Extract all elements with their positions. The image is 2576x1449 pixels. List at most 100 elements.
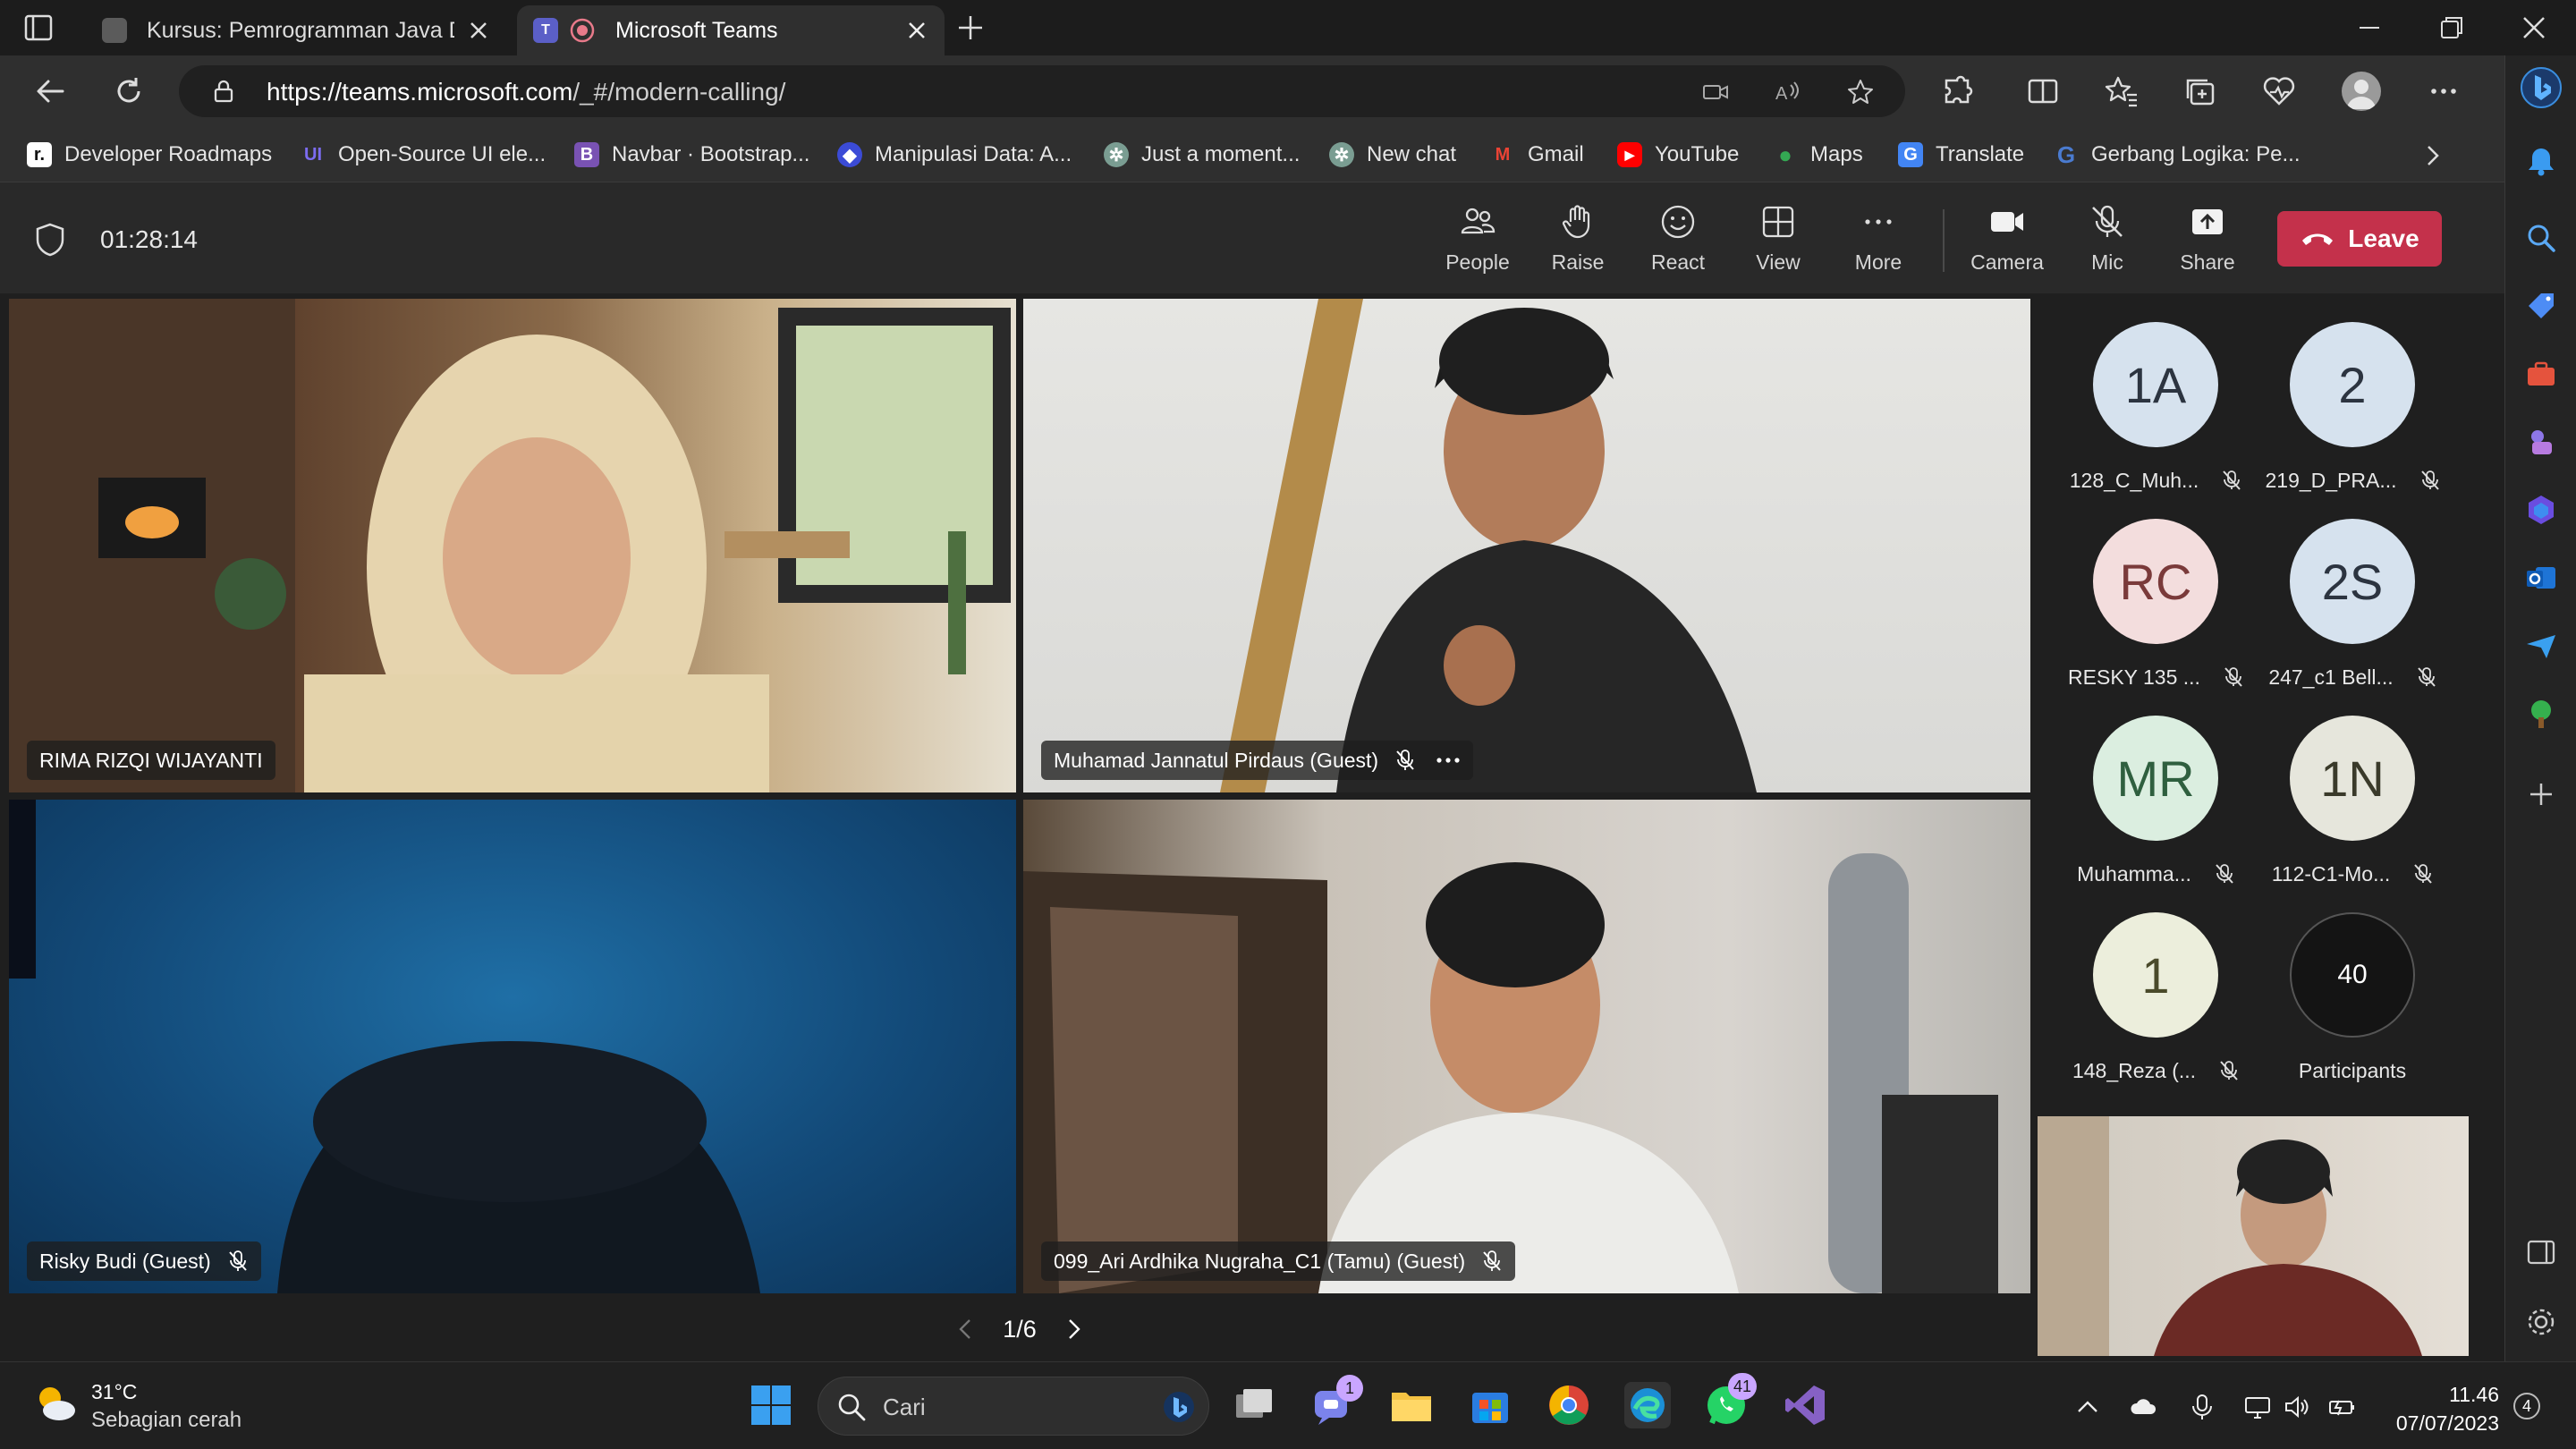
collections-icon[interactable] (2182, 73, 2218, 109)
participant-avatar-tile[interactable]: 1N 112-C1-Mo... (2263, 716, 2442, 894)
favorite-bootstrap[interactable]: B Navbar · Bootstrap... (574, 138, 809, 172)
video-tile-ari[interactable]: 099_Ari Ardhika Nugraha_C1 (Tamu) (Guest… (1023, 800, 2030, 1293)
favorites-list-icon[interactable] (2104, 73, 2140, 109)
microsoft-store-icon[interactable] (1467, 1382, 1513, 1428)
raise-hand-button[interactable]: Raise (1533, 202, 1623, 283)
participant-avatar-tile[interactable]: 1 148_Reza (... (2066, 912, 2245, 1091)
favorite-translate[interactable]: G Translate (1898, 138, 2024, 172)
bing-copilot-icon[interactable] (2520, 66, 2563, 109)
task-view-icon[interactable] (1231, 1382, 1277, 1428)
show-hidden-icons-chevron-icon[interactable] (2073, 1393, 2102, 1421)
bing-icon[interactable] (1162, 1390, 1196, 1424)
video-tile-rima[interactable]: RIMA RIZQI WIJAYANTI (9, 299, 1016, 792)
next-page-chevron-icon[interactable] (1066, 1317, 1082, 1342)
partly-sunny-icon (39, 1387, 75, 1420)
tree-icon[interactable] (2523, 696, 2559, 732)
favorite-star-icon[interactable] (1846, 78, 1875, 106)
meeting-info-shield-icon[interactable] (34, 222, 66, 258)
react-button[interactable]: React (1633, 202, 1723, 283)
volume-icon[interactable] (2283, 1393, 2311, 1421)
onedrive-cloud-icon[interactable] (2129, 1393, 2157, 1421)
favorite-gerbang-logika[interactable]: G Gerbang Logika: Pe... (2054, 138, 2301, 172)
profile-avatar[interactable] (2342, 72, 2381, 111)
more-options-icon[interactable] (1436, 756, 1461, 765)
add-sidebar-app-icon[interactable] (2523, 776, 2559, 812)
tab-java-course[interactable]: Kursus: Pemrogramman Java Das (86, 5, 506, 55)
url-text[interactable]: https://teams.microsoft.com/_#/modern-ca… (267, 78, 785, 106)
games-icon[interactable] (2523, 424, 2559, 460)
participant-avatar-tile[interactable]: 1A 128_C_Muh... (2066, 322, 2245, 501)
favorite-open-source-ui[interactable]: UI Open-Source UI ele... (301, 138, 546, 172)
minimize-icon[interactable] (2354, 13, 2385, 43)
read-aloud-icon[interactable]: A (1773, 78, 1801, 106)
file-explorer-icon[interactable] (1388, 1382, 1435, 1428)
favorite-youtube[interactable]: ▶ YouTube (1617, 138, 1739, 172)
weather-widget[interactable]: 31°C Sebagian cerah (32, 1380, 242, 1433)
share-button[interactable]: Share (2163, 202, 2252, 283)
refresh-icon[interactable] (111, 73, 147, 109)
chrome-icon[interactable] (1546, 1382, 1592, 1428)
tab-actions-icon[interactable] (23, 13, 54, 43)
back-icon[interactable] (32, 73, 68, 109)
browser-essentials-icon[interactable] (2261, 73, 2297, 109)
split-screen-icon[interactable] (2025, 73, 2061, 109)
favorite-just-a-moment[interactable]: ✲ Just a moment... (1104, 138, 1300, 172)
battery-icon[interactable] (2327, 1393, 2356, 1421)
taskbar-search[interactable]: Cari (818, 1377, 1209, 1436)
participant-name: 128_C_Muh... (2069, 468, 2199, 492)
microsoft-365-icon[interactable] (2523, 492, 2559, 528)
microphone-icon[interactable] (2188, 1393, 2216, 1421)
self-video-preview[interactable] (2038, 1116, 2469, 1356)
close-tab-icon[interactable] (467, 19, 490, 42)
call-control-bar: 01:28:14 People Raise React View More Ca… (0, 182, 2504, 293)
avatar: RC (2093, 519, 2218, 644)
send-drop-icon[interactable] (2523, 628, 2559, 664)
visual-studio-icon[interactable] (1782, 1382, 1828, 1428)
shopping-tag-icon[interactable] (2523, 288, 2559, 324)
video-tile-risky[interactable]: Risky Budi (Guest) (9, 800, 1016, 1293)
favorite-label: Maps (1810, 142, 1863, 166)
notifications-bell-icon[interactable] (2523, 143, 2559, 179)
favorite-new-chat[interactable]: ✲ New chat (1329, 138, 1456, 172)
favorite-developer-roadmaps[interactable]: r. Developer Roadmaps (27, 138, 272, 172)
notification-center-badge[interactable]: 4 (2513, 1393, 2540, 1419)
outlook-icon[interactable] (2523, 560, 2559, 596)
participant-count-tile[interactable]: 40 Participants (2263, 912, 2442, 1091)
url-bar[interactable]: https://teams.microsoft.com/_#/modern-ca… (179, 65, 1905, 117)
lock-icon[interactable] (211, 79, 236, 104)
favorite-gmail[interactable]: M Gmail (1490, 138, 1584, 172)
close-window-icon[interactable] (2519, 13, 2549, 43)
view-button[interactable]: View (1733, 202, 1823, 283)
settings-more-icon[interactable] (2426, 73, 2462, 109)
close-tab-icon[interactable] (905, 19, 928, 42)
mic-button[interactable]: Mic (2063, 202, 2152, 283)
hide-sidebar-icon[interactable] (2523, 1234, 2559, 1270)
favorite-manipulasi-data[interactable]: ◆ Manipulasi Data: A... (837, 138, 1072, 172)
extensions-icon[interactable] (1939, 73, 1975, 109)
participant-avatar-tile[interactable]: 2 219_D_PRA... (2263, 322, 2442, 501)
search-icon[interactable] (2523, 220, 2559, 256)
system-clock[interactable]: 11.46 07/07/2023 (2374, 1380, 2499, 1437)
edge-icon[interactable] (1624, 1382, 1671, 1428)
tab-microsoft-teams[interactable]: T Microsoft Teams (517, 5, 945, 55)
restore-icon[interactable] (2436, 13, 2467, 43)
camera-button[interactable]: Camera (1962, 202, 2052, 283)
windows-start-icon[interactable] (748, 1382, 794, 1428)
sidebar-settings-gear-icon[interactable] (2523, 1304, 2559, 1340)
video-camera-icon[interactable] (1701, 78, 1730, 106)
leave-button[interactable]: Leave (2277, 211, 2442, 267)
participant-avatar-tile[interactable]: RC RESKY 135 ... (2066, 519, 2245, 698)
participant-avatar-tile[interactable]: MR Muhamma... (2066, 716, 2245, 894)
favorite-maps[interactable]: ● Maps (1773, 138, 1863, 172)
clock-date: 07/07/2023 (2395, 1411, 2499, 1435)
people-button[interactable]: People (1433, 202, 1522, 283)
video-tile-muhamad[interactable]: Muhamad Jannatul Pirdaus (Guest) (1023, 299, 2030, 792)
more-button[interactable]: More (1834, 202, 1923, 283)
mic-muted-icon (1483, 1250, 1501, 1271)
network-icon[interactable] (2243, 1393, 2272, 1421)
tools-briefcase-icon[interactable] (2523, 356, 2559, 392)
participant-avatar-tile[interactable]: 2S 247_c1 Bell... (2263, 519, 2442, 698)
new-tab-icon[interactable] (955, 13, 986, 43)
previous-page-chevron-icon[interactable] (957, 1317, 973, 1342)
favorites-overflow-chevron-icon[interactable] (2420, 141, 2445, 170)
